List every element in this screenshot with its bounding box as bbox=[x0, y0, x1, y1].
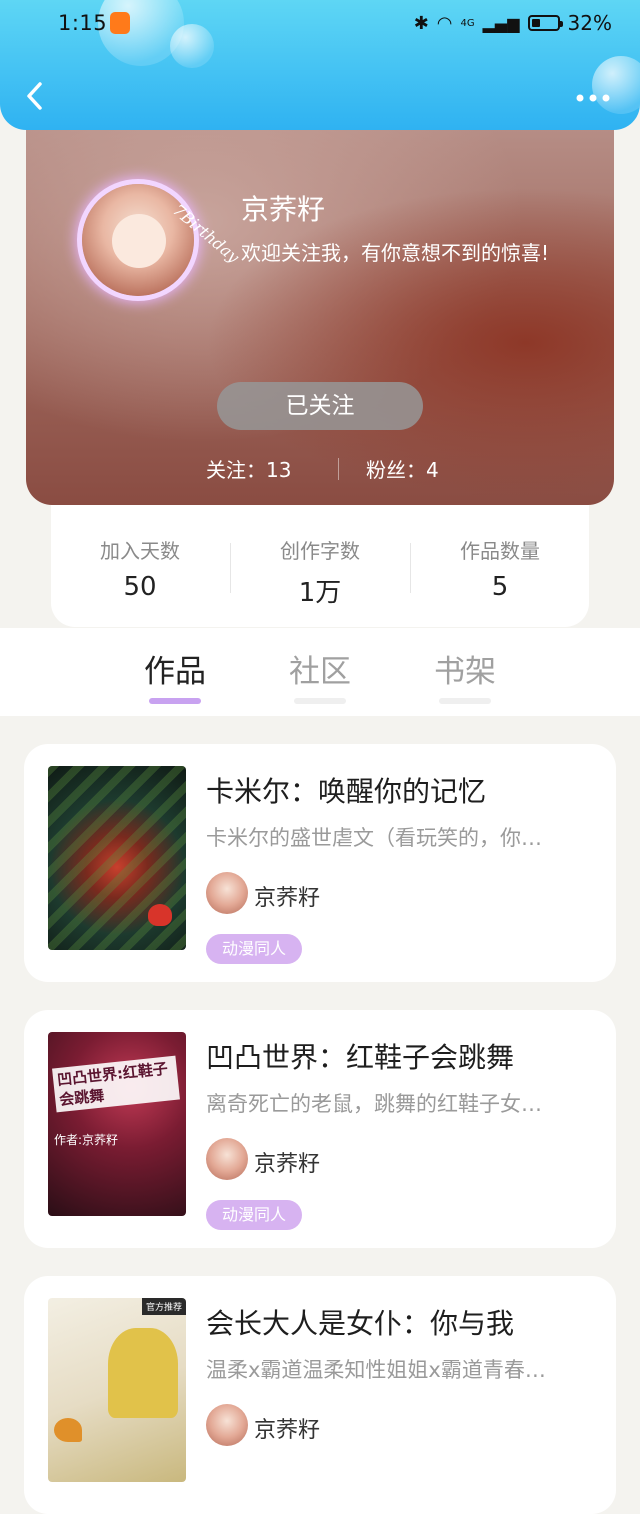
back-button[interactable] bbox=[24, 80, 46, 112]
fans-value: 4 bbox=[426, 458, 439, 482]
fans-label: 粉丝： bbox=[366, 458, 426, 482]
following-value: 13 bbox=[266, 458, 292, 482]
author-avatar bbox=[206, 872, 248, 914]
avatar bbox=[82, 184, 194, 296]
status-time: 1:15 bbox=[58, 11, 108, 35]
book-description: 温柔x霸道温柔知性姐姐x霸道青春… bbox=[206, 1358, 546, 1382]
author-name: 京荞籽 bbox=[254, 1152, 321, 1177]
network-type: 4G bbox=[460, 17, 475, 29]
more-dots-icon bbox=[576, 94, 610, 102]
book-cover[interactable] bbox=[48, 766, 186, 950]
profile-card: 7Birthday 京荞籽 欢迎关注我，有你意想不到的惊喜! 已关注 关注：13… bbox=[26, 100, 614, 505]
book-card[interactable]: 凹凸世界:红鞋子会跳舞 作者:京荞籽 凹凸世界：红鞋子会跳舞 离奇死亡的老鼠，跳… bbox=[24, 1010, 616, 1248]
book-card[interactable]: 官方推荐 会长大人是女仆：你与我 温柔x霸道温柔知性姐姐x霸道青春… 京荞籽 bbox=[24, 1276, 616, 1514]
count-divider bbox=[338, 458, 339, 480]
stat-value: 5 bbox=[491, 572, 509, 602]
book-title: 卡米尔：唤醒你的记忆 bbox=[206, 775, 487, 808]
tab-bookshelf[interactable]: 书架 bbox=[415, 646, 515, 691]
stat-value: 1万 bbox=[298, 578, 342, 608]
tab-indicator bbox=[439, 698, 491, 704]
battery-percent: 32% bbox=[567, 11, 612, 35]
author-avatar bbox=[206, 1138, 248, 1180]
genre-tag[interactable]: 动漫同人 bbox=[206, 934, 303, 964]
status-indicators: ✱ ◠ 4G ▂▄▆ 32% bbox=[414, 11, 612, 35]
tab-bar: 作品 社区 书架 bbox=[0, 628, 640, 716]
book-card[interactable]: 卡米尔：唤醒你的记忆 卡米尔的盛世虐文（看玩笑的，你… 京荞籽 动漫同人 bbox=[24, 744, 616, 982]
stat-join-days: 加入天数 50 bbox=[51, 535, 229, 602]
stats-panel: 加入天数 50 创作字数 1万 作品数量 5 bbox=[51, 505, 589, 627]
bluetooth-icon: ✱ bbox=[413, 12, 429, 34]
book-cover[interactable]: 凹凸世界:红鞋子会跳舞 作者:京荞籽 bbox=[48, 1032, 186, 1216]
author-avatar bbox=[206, 1404, 248, 1446]
cover-badge: 官方推荐 bbox=[141, 1298, 186, 1315]
stat-value: 50 bbox=[123, 572, 157, 602]
profile-avatar[interactable]: 7Birthday bbox=[74, 176, 243, 304]
cover-author: 作者:京荞籽 bbox=[54, 1133, 119, 1147]
book-title: 会长大人是女仆：你与我 bbox=[206, 1307, 515, 1340]
stat-word-count: 创作字数 1万 bbox=[231, 535, 409, 609]
genre-tag[interactable]: 动漫同人 bbox=[206, 1200, 303, 1230]
fans-count[interactable]: 粉丝：4 bbox=[366, 454, 439, 483]
stat-label: 加入天数 bbox=[100, 539, 180, 563]
book-description: 离奇死亡的老鼠，跳舞的红鞋子女… bbox=[206, 1092, 542, 1116]
signal-icon: ▂▄▆ bbox=[482, 13, 520, 33]
profile-bio: 欢迎关注我，有你意想不到的惊喜! bbox=[241, 241, 550, 265]
battery-icon bbox=[527, 15, 563, 31]
status-bar: 1:15 ✱ ◠ 4G ▂▄▆ 32% bbox=[0, 0, 640, 50]
follow-counts: 关注：13 粉丝：4 bbox=[26, 454, 614, 484]
book-cover[interactable]: 官方推荐 bbox=[48, 1298, 186, 1482]
stat-label: 创作字数 bbox=[280, 539, 360, 563]
author-name: 京荞籽 bbox=[254, 886, 321, 911]
book-title: 凹凸世界：红鞋子会跳舞 bbox=[206, 1041, 515, 1074]
author-name: 京荞籽 bbox=[254, 1418, 321, 1443]
tab-indicator bbox=[294, 698, 346, 704]
app-notification-icon bbox=[110, 12, 130, 34]
following-count[interactable]: 关注：13 bbox=[206, 454, 291, 483]
chevron-left-icon bbox=[27, 82, 42, 110]
stat-label: 作品数量 bbox=[460, 539, 540, 563]
cover-title: 凹凸世界:红鞋子会跳舞 bbox=[52, 1055, 180, 1113]
tab-community[interactable]: 社区 bbox=[270, 646, 370, 691]
more-button[interactable] bbox=[576, 84, 610, 104]
wifi-icon: ◠ bbox=[436, 12, 453, 34]
following-label: 关注： bbox=[206, 458, 266, 482]
follow-button[interactable]: 已关注 bbox=[217, 382, 423, 430]
book-description: 卡米尔的盛世虐文（看玩笑的，你… bbox=[206, 826, 542, 850]
tab-works[interactable]: 作品 bbox=[125, 646, 225, 691]
profile-name: 京荞籽 bbox=[241, 193, 326, 226]
tab-indicator-active bbox=[149, 698, 201, 704]
stat-works-count: 作品数量 5 bbox=[411, 535, 589, 602]
